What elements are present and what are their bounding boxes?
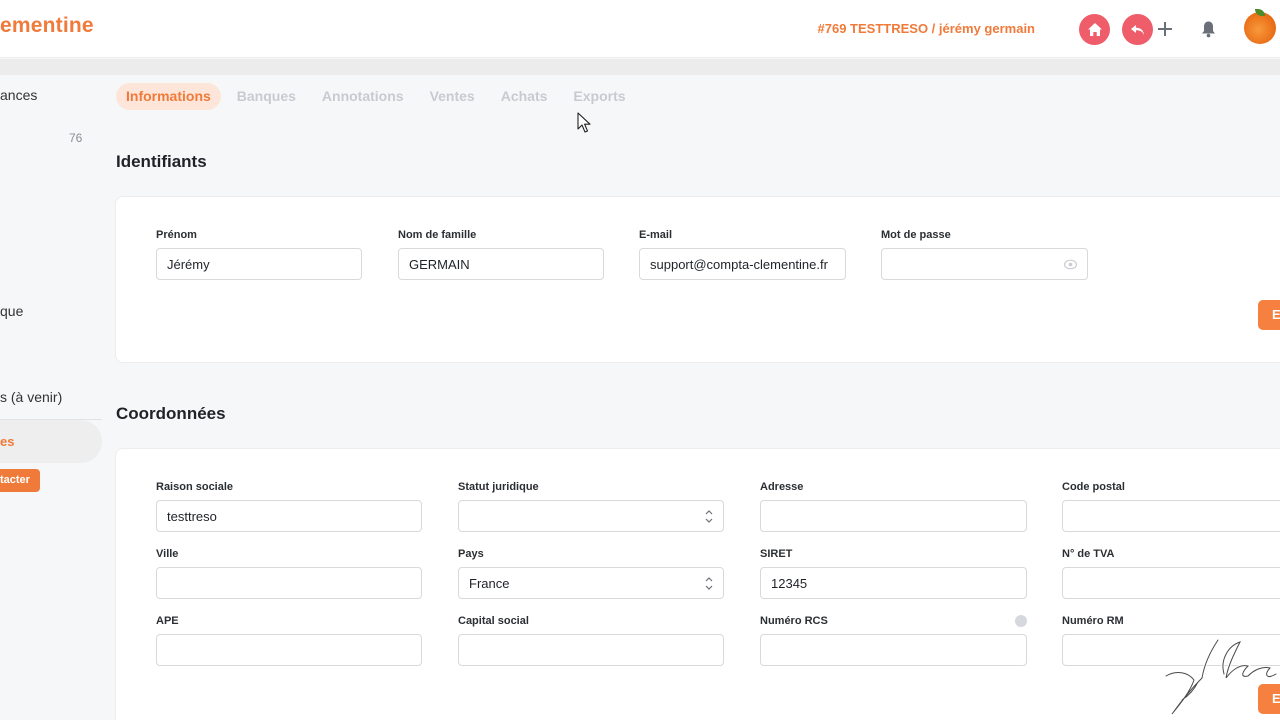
password-field: Mot de passe xyxy=(881,229,1088,280)
email-label: E-mail xyxy=(639,229,673,241)
password-input[interactable] xyxy=(881,248,1088,280)
current-dossier[interactable]: #769 TESTTRESO / jérémy germain xyxy=(818,21,1035,36)
code-postal-input[interactable] xyxy=(1062,500,1280,532)
siret-input[interactable]: 12345 xyxy=(760,567,1027,599)
capital-field: Capital social xyxy=(458,615,724,666)
sidebar-item-active[interactable]: es xyxy=(0,420,102,463)
nom-label: Nom de famille xyxy=(398,229,477,241)
rcs-label: Numéro RCS xyxy=(760,615,828,627)
top-bar: ementine #769 TESTTRESO / jérémy germain xyxy=(0,0,1280,58)
ape-field: APE xyxy=(156,615,422,666)
statut-juridique-select[interactable] xyxy=(458,500,724,532)
pays-value: France xyxy=(469,575,510,591)
identifiants-save-button[interactable]: E xyxy=(1258,300,1280,330)
contact-button[interactable]: tacter xyxy=(0,469,40,492)
siret-field: SIRET 12345 xyxy=(760,548,1027,599)
capital-input[interactable] xyxy=(458,634,724,666)
nom-input[interactable]: GERMAIN xyxy=(398,248,604,280)
coordonnees-card: Raison sociale testtreso Statut juridiqu… xyxy=(115,448,1280,720)
code-postal-label: Code postal xyxy=(1062,481,1125,493)
prenom-label: Prénom xyxy=(156,229,197,241)
raison-sociale-input[interactable]: testtreso xyxy=(156,500,422,532)
tab-banques[interactable]: Banques xyxy=(227,83,306,110)
nom-value: GERMAIN xyxy=(409,256,470,272)
identifiants-card: Prénom Jérémy Nom de famille GERMAIN E-m… xyxy=(115,196,1280,363)
capital-label: Capital social xyxy=(458,615,529,627)
tab-annotations[interactable]: Annotations xyxy=(312,83,414,110)
sidebar-item-upcoming[interactable]: s (à venir) xyxy=(0,389,62,405)
email-value: support@compta-clementine.fr xyxy=(650,256,828,272)
pays-field: Pays France xyxy=(458,548,724,599)
tab-exports[interactable]: Exports xyxy=(563,83,635,110)
tab-ventes[interactable]: Ventes xyxy=(420,83,485,110)
home-icon xyxy=(1087,23,1102,36)
ape-input[interactable] xyxy=(156,634,422,666)
tva-input[interactable] xyxy=(1062,567,1280,599)
statut-juridique-field: Statut juridique xyxy=(458,481,724,532)
pays-label: Pays xyxy=(458,548,484,560)
undo-button[interactable] xyxy=(1122,14,1153,45)
mouse-cursor-icon xyxy=(577,112,591,133)
avatar-leaf xyxy=(1255,9,1265,16)
add-button[interactable] xyxy=(1153,17,1177,41)
ville-input[interactable] xyxy=(156,567,422,599)
info-icon[interactable] xyxy=(1015,615,1027,627)
prenom-value: Jérémy xyxy=(167,256,210,272)
sidebar: ances 76 que s (à venir) es tacter xyxy=(0,75,102,720)
email-input[interactable]: support@compta-clementine.fr xyxy=(639,248,846,280)
code-postal-field: Code postal xyxy=(1062,481,1280,532)
settings-tabs: Informations Banques Annotations Ventes … xyxy=(116,83,642,110)
tab-informations[interactable]: Informations xyxy=(116,83,221,110)
signature-watermark xyxy=(1164,638,1278,715)
sidebar-item-active-label: es xyxy=(0,434,15,449)
raison-sociale-field: Raison sociale testtreso xyxy=(156,481,422,532)
tva-label: N° de TVA xyxy=(1062,548,1115,560)
pays-select[interactable]: France xyxy=(458,567,724,599)
adresse-label: Adresse xyxy=(760,481,804,493)
adresse-input[interactable] xyxy=(760,500,1027,532)
eye-icon[interactable] xyxy=(1064,259,1077,270)
app-logo[interactable]: ementine xyxy=(0,14,94,38)
statut-juridique-label: Statut juridique xyxy=(458,481,539,493)
rm-label: Numéro RM xyxy=(1062,615,1124,627)
bell-icon xyxy=(1201,21,1215,38)
ville-field: Ville xyxy=(156,548,422,599)
adresse-field: Adresse xyxy=(760,481,1027,532)
plus-icon xyxy=(1158,22,1172,36)
section-title-identifiants: Identifiants xyxy=(116,152,207,171)
section-title-coordonnees: Coordonnées xyxy=(116,404,226,423)
select-arrows-icon xyxy=(705,510,713,523)
avatar[interactable] xyxy=(1244,9,1276,44)
sidebar-item-finances[interactable]: ances xyxy=(0,87,37,103)
select-arrows-icon xyxy=(705,577,713,590)
tva-field: N° de TVA xyxy=(1062,548,1280,599)
siret-value: 12345 xyxy=(771,575,808,591)
prenom-input[interactable]: Jérémy xyxy=(156,248,362,280)
sidebar-item-count: 76 xyxy=(69,131,83,145)
raison-sociale-label: Raison sociale xyxy=(156,481,234,493)
nom-field: Nom de famille GERMAIN xyxy=(398,229,604,280)
notifications-button[interactable] xyxy=(1196,17,1220,41)
ville-label: Ville xyxy=(156,548,179,560)
ape-label: APE xyxy=(156,615,179,627)
undo-icon xyxy=(1130,24,1144,35)
tab-achats[interactable]: Achats xyxy=(491,83,558,110)
prenom-field: Prénom Jérémy xyxy=(156,229,362,280)
rcs-field: Numéro RCS xyxy=(760,615,1027,666)
header-band xyxy=(0,59,1280,75)
siret-label: SIRET xyxy=(760,548,793,560)
password-label: Mot de passe xyxy=(881,229,951,241)
rcs-input[interactable] xyxy=(760,634,1027,666)
raison-sociale-value: testtreso xyxy=(167,508,217,524)
email-field: E-mail support@compta-clementine.fr xyxy=(639,229,846,280)
home-button[interactable] xyxy=(1079,14,1110,45)
sidebar-item-banque[interactable]: que xyxy=(0,303,23,319)
